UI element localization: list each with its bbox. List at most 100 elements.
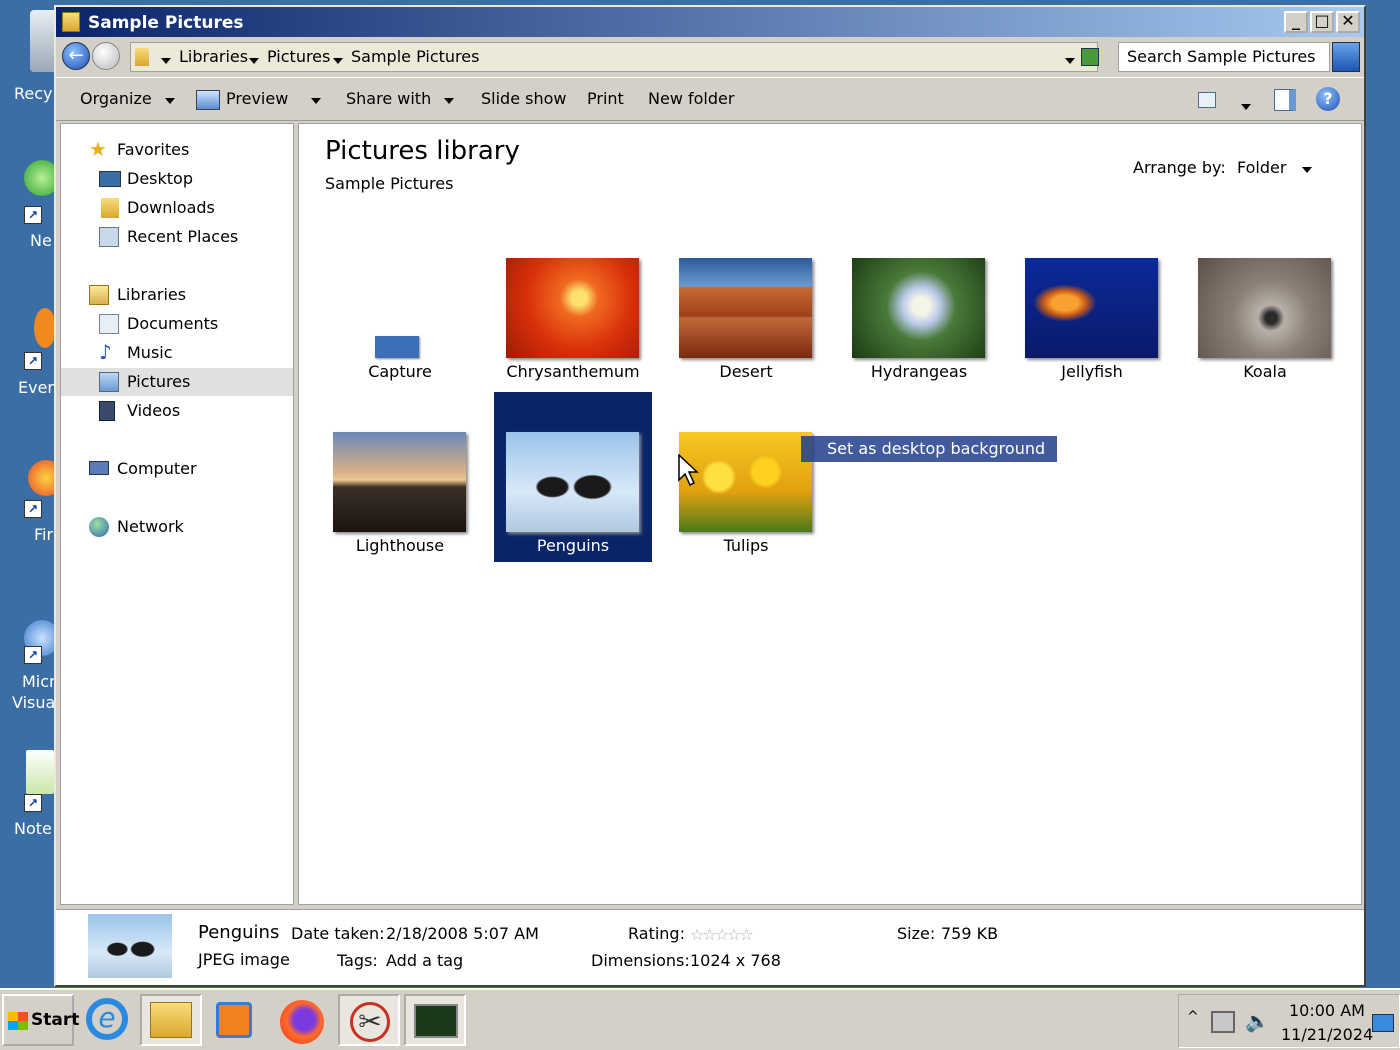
file-explorer-icon xyxy=(150,1002,192,1038)
taskbar-file-explorer[interactable] xyxy=(140,994,202,1046)
shortcut-arrow-icon: ↗ xyxy=(24,794,42,812)
volume-icon[interactable]: 🔈 xyxy=(1245,1009,1270,1033)
recent-places-icon xyxy=(99,227,119,247)
nav-item-recent-places[interactable]: Recent Places xyxy=(61,223,293,251)
desert-thumbnail xyxy=(679,258,812,358)
documents-icon xyxy=(99,314,119,334)
videos-icon xyxy=(99,401,115,421)
nav-item-pictures[interactable]: Pictures xyxy=(61,368,293,396)
chevron-down-icon xyxy=(164,98,175,104)
address-field[interactable]: Libraries Pictures Sample Pictures xyxy=(130,42,1099,72)
address-bar-row: ← Libraries Pictures Sample Pictures Sea… xyxy=(56,39,1364,75)
new-folder-button[interactable]: New folder xyxy=(648,89,734,108)
details-size-value: 759 KB xyxy=(941,924,999,943)
search-input[interactable]: Search Sample Pictures xyxy=(1118,42,1330,72)
details-rating-label: Rating: xyxy=(628,924,685,943)
nav-item-downloads[interactable]: Downloads xyxy=(61,194,293,222)
desktop-icon-label: Ne xyxy=(30,231,52,250)
preview-button[interactable]: Preview xyxy=(226,89,322,108)
clock-date[interactable]: 11/21/2024 xyxy=(1281,1025,1373,1044)
nav-item-desktop[interactable]: Desktop xyxy=(61,165,293,193)
computer-icon xyxy=(89,461,109,475)
title-bar[interactable]: Sample Pictures _ □ ✕ xyxy=(56,7,1364,37)
pictures-icon xyxy=(99,372,119,392)
penguins-thumbnail xyxy=(506,432,639,532)
change-view-icon[interactable] xyxy=(1198,92,1216,108)
minimize-button[interactable]: _ xyxy=(1284,11,1308,33)
file-list-pane: Pictures library Sample Pictures Arrange… xyxy=(298,123,1362,905)
details-size-label: Size: xyxy=(897,924,936,943)
search-icon[interactable] xyxy=(1332,42,1360,72)
details-file-name: Penguins xyxy=(198,922,280,943)
file-item-penguins[interactable]: Penguins xyxy=(494,392,652,562)
chevron-down-icon xyxy=(311,98,322,104)
file-item-jellyfish[interactable]: Jellyfish xyxy=(1013,218,1171,388)
nav-item-network[interactable]: Network xyxy=(61,513,293,541)
nav-item-favorites[interactable]: ★ Favorites xyxy=(61,136,293,164)
windows-logo-icon xyxy=(8,1012,28,1030)
breadcrumb-sample-pictures[interactable]: Sample Pictures xyxy=(351,47,479,66)
slide-show-button[interactable]: Slide show xyxy=(481,89,566,108)
context-tooltip[interactable]: Set as desktop background xyxy=(801,436,1057,462)
nav-item-music[interactable]: ♪ Music xyxy=(61,339,293,367)
file-item-capture[interactable]: Capture xyxy=(321,218,479,388)
downloads-folder-icon xyxy=(101,198,119,218)
preview-icon xyxy=(196,90,220,110)
details-pane: Penguins JPEG image Date taken: 2/18/200… xyxy=(56,909,1364,985)
forward-button[interactable] xyxy=(92,42,120,70)
network-tray-icon[interactable] xyxy=(1211,1011,1235,1033)
details-dimensions-label: Dimensions: xyxy=(591,951,690,970)
print-button[interactable]: Print xyxy=(587,89,624,108)
taskbar-snipping-tool[interactable]: ✂ xyxy=(338,994,400,1046)
view-options-dropdown[interactable] xyxy=(1241,95,1251,114)
shortcut-arrow-icon: ↗ xyxy=(24,500,42,518)
file-item-lighthouse[interactable]: Lighthouse xyxy=(321,392,479,562)
show-desktop-button[interactable] xyxy=(1372,1014,1394,1032)
close-button[interactable]: ✕ xyxy=(1336,11,1360,33)
system-tray: ^ 🔈 10:00 AM 11/21/2024 xyxy=(1178,994,1400,1048)
arrange-by-dropdown[interactable]: Folder xyxy=(1237,158,1312,177)
taskbar-media-player[interactable] xyxy=(206,994,268,1046)
desktop-icon-label: Note xyxy=(14,819,52,838)
command-bar: Organize Preview Share with Slide show P… xyxy=(56,77,1364,121)
nav-item-libraries[interactable]: Libraries xyxy=(61,281,293,309)
preview-pane-icon[interactable] xyxy=(1274,89,1296,111)
file-item-koala[interactable]: Koala xyxy=(1186,218,1344,388)
desktop-icon xyxy=(99,171,121,187)
hydrangeas-thumbnail xyxy=(852,258,985,358)
nav-item-computer[interactable]: Computer xyxy=(61,455,293,483)
help-icon[interactable]: ? xyxy=(1316,87,1340,111)
snipping-tool-icon: ✂ xyxy=(350,1002,390,1042)
folder-icon xyxy=(62,12,80,32)
file-item-hydrangeas[interactable]: Hydrangeas xyxy=(840,218,998,388)
taskbar-firefox[interactable] xyxy=(272,994,334,1046)
desktop-icon-label-line2: Visua xyxy=(12,693,56,712)
chrysanthemum-thumbnail xyxy=(506,258,639,358)
breadcrumb-libraries[interactable]: Libraries xyxy=(179,47,248,66)
maximize-button[interactable]: □ xyxy=(1310,11,1334,33)
rating-stars[interactable]: ☆☆☆☆☆ xyxy=(690,925,754,944)
shortcut-arrow-icon: ↗ xyxy=(24,646,42,664)
libraries-icon xyxy=(89,285,109,305)
breadcrumb-pictures[interactable]: Pictures xyxy=(267,47,330,66)
show-hidden-icons-button[interactable]: ^ xyxy=(1187,1009,1199,1025)
taskbar-internet-explorer[interactable]: e xyxy=(76,994,138,1046)
start-button[interactable]: Start xyxy=(2,994,79,1046)
back-button[interactable]: ← xyxy=(62,42,90,70)
organize-button[interactable]: Organize xyxy=(80,89,175,108)
refresh-icon[interactable] xyxy=(1081,48,1099,66)
taskbar-task-manager[interactable] xyxy=(404,994,466,1046)
details-date-label: Date taken: xyxy=(291,924,385,943)
details-file-type: JPEG image xyxy=(198,950,290,969)
everything-icon xyxy=(34,308,56,348)
nav-item-documents[interactable]: Documents xyxy=(61,310,293,338)
details-tags-value[interactable]: Add a tag xyxy=(386,951,463,970)
nav-item-videos[interactable]: Videos xyxy=(61,397,293,425)
file-item-desert[interactable]: Desert xyxy=(667,218,825,388)
chevron-down-icon xyxy=(1301,167,1312,173)
file-item-chrysanthemum[interactable]: Chrysanthemum xyxy=(494,218,652,388)
share-with-button[interactable]: Share with xyxy=(346,89,455,108)
details-date-value[interactable]: 2/18/2008 5:07 AM xyxy=(386,924,539,943)
clock-time[interactable]: 10:00 AM xyxy=(1289,1001,1365,1020)
desktop-icon-label: Recy xyxy=(14,84,53,103)
